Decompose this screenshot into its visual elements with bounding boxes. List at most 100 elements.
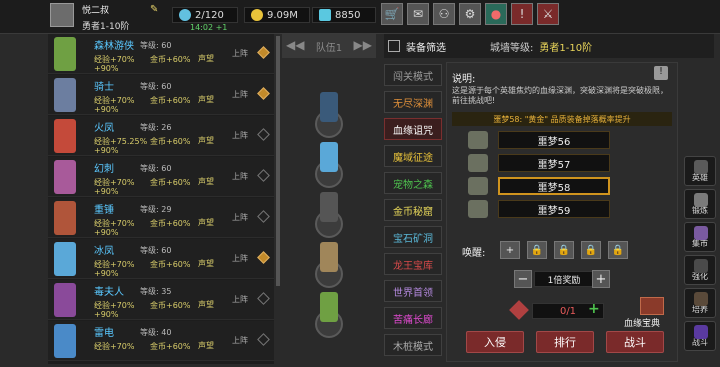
hero-gold: 金币+60% xyxy=(150,260,191,269)
side-menu-button[interactable]: 集市 xyxy=(684,222,716,252)
side-menu-button[interactable]: 培养 xyxy=(684,288,716,318)
treasure-book-icon[interactable] xyxy=(640,297,664,315)
deploy-diamond-icon[interactable] xyxy=(257,46,270,59)
hero-level: 等级: 40 xyxy=(140,328,172,337)
color-button[interactable]: ● xyxy=(485,3,507,25)
hero-gold: 金币+60% xyxy=(150,178,191,187)
side-menu-button[interactable]: 战斗 xyxy=(684,321,716,351)
mode-button[interactable]: 血缘诅咒 xyxy=(384,118,442,140)
mode-button[interactable]: 金币秘窟 xyxy=(384,199,442,221)
stage-button[interactable]: 噩梦57 xyxy=(498,154,610,172)
deploy-button[interactable]: 上阵 xyxy=(232,294,248,305)
stage-button[interactable]: 噩梦56 xyxy=(498,131,610,149)
hero-row[interactable]: 毒夫人 等级: 35 经验+70% 金币+60% 声望 +90% 上阵 xyxy=(48,280,274,320)
hero-name: 重锤 xyxy=(94,205,114,216)
awaken-add-button[interactable]: + xyxy=(500,241,520,259)
mode-button[interactable]: 宠物之森 xyxy=(384,172,442,194)
side-menu-button[interactable]: 英雄 xyxy=(684,156,716,186)
gem-counter: 8850 xyxy=(312,7,376,23)
hero-name: 雷电 xyxy=(94,328,114,339)
mode-button[interactable]: 木桩模式 xyxy=(384,334,442,356)
deploy-diamond-icon[interactable] xyxy=(257,128,270,141)
deploy-button[interactable]: 上阵 xyxy=(232,89,248,100)
team-hero-5[interactable] xyxy=(320,292,338,322)
top-bar: 悦二叔 勇者1-10阶 ✎ 2/120 14:02 +1 9.09M 8850 … xyxy=(0,0,720,34)
deploy-button[interactable]: 上阵 xyxy=(232,253,248,264)
deploy-button[interactable]: 上阵 xyxy=(232,130,248,141)
hero-row[interactable]: 幻刺 等级: 60 经验+70% 金币+60% 声望 +90% 上阵 xyxy=(48,157,274,197)
stage-button[interactable]: 噩梦58 xyxy=(498,177,610,195)
swords-icon: ⚔ xyxy=(542,7,554,21)
hero-gold: 金币+60% xyxy=(150,219,191,228)
edit-icon[interactable]: ✎ xyxy=(150,4,158,15)
deploy-diamond-icon[interactable] xyxy=(257,210,270,223)
rank-button[interactable]: 排行 xyxy=(536,331,594,353)
hero-list[interactable]: 森林游侠 等级: 60 经验+70% 金币+60% 声望 +90% 上阵 骑士 等级: 60 经验… xyxy=(48,34,274,364)
mode-button[interactable]: 无尽深渊 xyxy=(384,91,442,113)
shop-button[interactable]: 🛒 xyxy=(381,3,403,25)
help-icon[interactable]: ! xyxy=(654,66,668,80)
deploy-button[interactable]: 上阵 xyxy=(232,212,248,223)
deploy-button[interactable]: 上阵 xyxy=(232,171,248,182)
hero-row[interactable]: 冰凤 等级: 60 经验+70% 金币+60% 声望 +90% 上阵 xyxy=(48,239,274,279)
prev-team-icon[interactable]: ◀◀ xyxy=(286,38,304,52)
deploy-diamond-icon[interactable] xyxy=(257,251,270,264)
side-menu-button[interactable]: 锻炼 xyxy=(684,189,716,219)
battle-button[interactable]: ⚔ xyxy=(537,3,559,25)
scrollbar[interactable] xyxy=(276,36,280,286)
fight-button[interactable]: 战斗 xyxy=(606,331,664,353)
side-menu-icon xyxy=(694,193,708,207)
mail-button[interactable]: ✉ xyxy=(407,3,429,25)
deploy-diamond-icon[interactable] xyxy=(257,87,270,100)
hero-row[interactable]: 骑士 等级: 60 经验+70% 金币+60% 声望 +90% 上阵 xyxy=(48,75,274,115)
stage-button[interactable]: 噩梦59 xyxy=(498,200,610,218)
hero-row[interactable]: 雷电 等级: 40 经验+70% 金币+60% 声望 上阵 xyxy=(48,321,274,361)
hero-row[interactable]: 重锤 等级: 29 经验+70% 金币+60% 声望 +90% 上阵 xyxy=(48,198,274,238)
team-hero-3[interactable] xyxy=(320,192,338,222)
gamepad-button[interactable]: ⚇ xyxy=(433,3,455,25)
deploy-diamond-icon[interactable] xyxy=(257,169,270,182)
filter-title[interactable]: 装备筛选 xyxy=(406,39,446,54)
next-team-icon[interactable]: ▶▶ xyxy=(354,38,372,52)
invade-button[interactable]: 入侵 xyxy=(466,331,524,353)
mode-button[interactable]: 魔域征途 xyxy=(384,145,442,167)
hero-level: 等级: 29 xyxy=(140,205,172,214)
settings-button[interactable]: ⚙ xyxy=(459,3,481,25)
hero-portrait xyxy=(54,119,76,153)
team-hero-1[interactable] xyxy=(320,92,338,122)
bonus-plus-button[interactable]: + xyxy=(592,270,610,288)
player-level: 勇者1-10阶 xyxy=(82,22,130,32)
side-menu-button[interactable]: 强化 xyxy=(684,255,716,285)
avatar[interactable] xyxy=(50,3,74,27)
bonus-minus-button[interactable]: − xyxy=(514,270,532,288)
side-menu-icon xyxy=(694,226,708,240)
hero-portrait xyxy=(54,242,76,276)
menu-icon[interactable] xyxy=(388,40,400,52)
hero-portrait xyxy=(54,324,76,358)
hero-name: 幻刺 xyxy=(94,164,114,175)
hero-row[interactable]: 森林游侠 等级: 60 经验+70% 金币+60% 声望 +90% 上阵 xyxy=(48,34,274,74)
deploy-diamond-icon[interactable] xyxy=(257,333,270,346)
deploy-button[interactable]: 上阵 xyxy=(232,48,248,59)
add-ticket-icon[interactable]: + xyxy=(588,301,600,317)
team-hero-4[interactable] xyxy=(320,242,338,272)
mode-button[interactable]: 苦痛长廊 xyxy=(384,307,442,329)
deploy-diamond-icon[interactable] xyxy=(257,292,270,305)
deploy-button[interactable]: 上阵 xyxy=(232,335,248,346)
hero-row[interactable]: 火凤 等级: 26 经验+75.25% 金币+60% 声望 +90% 上阵 xyxy=(48,116,274,156)
alert-button[interactable]: ! xyxy=(511,3,533,25)
mode-button[interactable]: 闯关模式 xyxy=(384,64,442,86)
hero-name: 冰凤 xyxy=(94,246,114,257)
awaken-slot-lock-icon: 🔒 xyxy=(527,241,547,259)
player-name: 悦二叔 xyxy=(82,6,110,16)
mode-button[interactable]: 世界首领 xyxy=(384,280,442,302)
mode-button[interactable]: 宝石矿洞 xyxy=(384,226,442,248)
wall-label: 城墙等级: xyxy=(490,42,534,54)
stage-monster-icon xyxy=(468,200,488,218)
team-hero-2[interactable] xyxy=(320,142,338,172)
awaken-slot-lock-icon: 🔒 xyxy=(608,241,628,259)
mode-button[interactable]: 龙王宝库 xyxy=(384,253,442,275)
hero-fame: 声望 xyxy=(198,259,214,268)
hero-level: 等级: 60 xyxy=(140,82,172,91)
side-menu-icon xyxy=(694,160,708,174)
